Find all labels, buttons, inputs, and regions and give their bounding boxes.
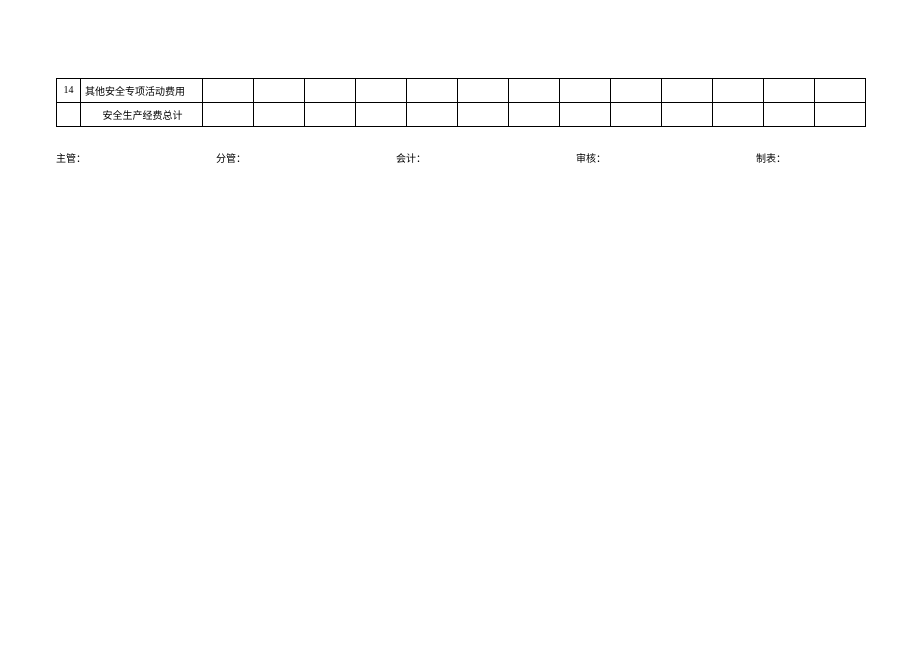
cell [356, 103, 407, 127]
cell [203, 79, 254, 103]
cell [764, 79, 815, 103]
cell [611, 103, 662, 127]
cell [815, 79, 866, 103]
table-row: 安全生产经费总计 [57, 103, 866, 127]
cell [509, 103, 560, 127]
budget-table-wrapper: 14 其他安全专项活动费用 安全生产经费总计 [56, 78, 864, 127]
cell [560, 103, 611, 127]
cell [254, 79, 305, 103]
row-index [57, 103, 81, 127]
cell [305, 79, 356, 103]
signature-row: 主管： 分管： 会计： 审核： 制表： [56, 150, 864, 165]
signature-preparer: 制表： [756, 150, 864, 165]
signature-incharge: 分管： [216, 150, 396, 165]
cell [407, 79, 458, 103]
cell [203, 103, 254, 127]
cell [458, 79, 509, 103]
cell [509, 79, 560, 103]
cell [560, 79, 611, 103]
cell [662, 79, 713, 103]
signature-accountant: 会计： [396, 150, 576, 165]
row-index: 14 [57, 79, 81, 103]
cell [764, 103, 815, 127]
cell [713, 79, 764, 103]
cell [305, 103, 356, 127]
cell [458, 103, 509, 127]
table-row: 14 其他安全专项活动费用 [57, 79, 866, 103]
cell [662, 103, 713, 127]
budget-table: 14 其他安全专项活动费用 安全生产经费总计 [56, 78, 866, 127]
cell [407, 103, 458, 127]
row-label: 安全生产经费总计 [81, 103, 203, 127]
cell [713, 103, 764, 127]
row-label: 其他安全专项活动费用 [81, 79, 203, 103]
cell [356, 79, 407, 103]
signature-supervisor: 主管： [56, 150, 216, 165]
cell [611, 79, 662, 103]
cell [815, 103, 866, 127]
signature-auditor: 审核： [576, 150, 756, 165]
cell [254, 103, 305, 127]
